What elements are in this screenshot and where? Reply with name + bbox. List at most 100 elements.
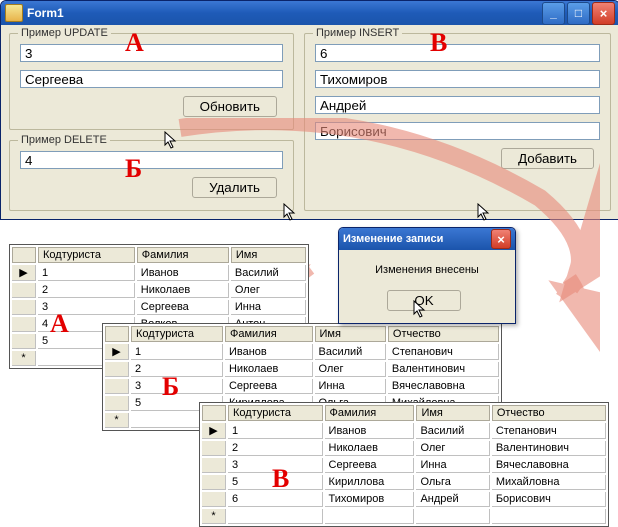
- letter-a-top: А: [125, 28, 144, 58]
- cell[interactable]: Олег: [231, 283, 306, 298]
- insert-group: Пример INSERT Добавить: [304, 33, 611, 211]
- cell[interactable]: Николаев: [137, 283, 229, 298]
- row-header: [202, 492, 226, 507]
- cell[interactable]: 1: [228, 423, 323, 439]
- minimize-button[interactable]: _: [542, 2, 565, 25]
- dialog-close-button[interactable]: ×: [491, 229, 511, 249]
- cell[interactable]: Андрей: [416, 492, 489, 507]
- cell[interactable]: 2: [228, 441, 323, 456]
- new-row-marker: *: [202, 509, 226, 524]
- update-surname-input[interactable]: [20, 70, 283, 88]
- cell[interactable]: Степанович: [492, 423, 606, 439]
- cell[interactable]: Иванов: [325, 423, 415, 439]
- cell[interactable]: Инна: [315, 379, 386, 394]
- col-surname: Фамилия: [325, 405, 415, 421]
- table-row[interactable]: ▶1ИвановВасилийСтепанович: [105, 344, 499, 360]
- row-header: [105, 379, 129, 394]
- table-row[interactable]: 2НиколаевОлег: [12, 283, 306, 298]
- letter-v-top: В: [430, 28, 447, 58]
- insert-surname-input[interactable]: [315, 70, 600, 88]
- cell[interactable]: Василий: [315, 344, 386, 360]
- table-row[interactable]: 3СергееваИннаВячеславовна: [202, 458, 606, 473]
- insert-id-input[interactable]: [315, 44, 600, 62]
- cell[interactable]: Вячеславовна: [492, 458, 606, 473]
- update-legend: Пример UPDATE: [18, 27, 111, 39]
- row-header: ▶: [105, 344, 129, 360]
- row-header: [12, 317, 36, 332]
- cell[interactable]: Инна: [231, 300, 306, 315]
- dialog-ok-button[interactable]: OK: [387, 290, 460, 311]
- cell[interactable]: Кириллова: [325, 475, 415, 490]
- table-row[interactable]: ▶1ИвановВасилийСтепанович: [202, 423, 606, 439]
- delete-id-input[interactable]: [20, 151, 283, 169]
- row-header: [12, 334, 36, 349]
- cell[interactable]: Тихомиров: [325, 492, 415, 507]
- cell[interactable]: Николаев: [325, 441, 415, 456]
- insert-button[interactable]: Добавить: [501, 148, 594, 169]
- titlebar[interactable]: Form1 _ □ ×: [1, 1, 618, 25]
- cell[interactable]: [492, 509, 606, 524]
- letter-v-grid: В: [272, 464, 289, 494]
- new-row[interactable]: *: [202, 509, 606, 524]
- close-button[interactable]: ×: [592, 2, 615, 25]
- grid-v[interactable]: КодтуристаФамилияИмяОтчество ▶1ИвановВас…: [199, 402, 609, 527]
- app-icon: [5, 4, 23, 22]
- cell[interactable]: Борисович: [492, 492, 606, 507]
- cell[interactable]: Сергеева: [137, 300, 229, 315]
- col-name: Имя: [231, 247, 306, 263]
- col-surname: Фамилия: [225, 326, 313, 342]
- table-row[interactable]: ▶1ИвановВасилий: [12, 265, 306, 281]
- col-name: Имя: [416, 405, 489, 421]
- delete-button[interactable]: Удалить: [192, 177, 277, 198]
- cell[interactable]: Степанович: [388, 344, 499, 360]
- cell[interactable]: Сергеева: [225, 379, 313, 394]
- cell[interactable]: 1: [131, 344, 223, 360]
- col-patronymic: Отчество: [492, 405, 606, 421]
- message-dialog: Изменение записи × Изменения внесены OK: [338, 227, 516, 324]
- update-id-input[interactable]: [20, 44, 283, 62]
- cell[interactable]: [325, 509, 415, 524]
- cell[interactable]: Сергеева: [325, 458, 415, 473]
- cell[interactable]: 1: [38, 265, 135, 281]
- cell[interactable]: Василий: [416, 423, 489, 439]
- new-row-marker: *: [105, 413, 129, 428]
- cell[interactable]: Иванов: [225, 344, 313, 360]
- col-id: Кодтуриста: [228, 405, 323, 421]
- dialog-title: Изменение записи: [343, 233, 489, 245]
- update-button[interactable]: Обновить: [183, 96, 277, 117]
- dialog-message: Изменения внесены: [351, 264, 503, 276]
- cell[interactable]: [416, 509, 489, 524]
- cell[interactable]: 2: [38, 283, 135, 298]
- cell[interactable]: Вячеславовна: [388, 379, 499, 394]
- cell[interactable]: Василий: [231, 265, 306, 281]
- insert-patronymic-input[interactable]: [315, 122, 600, 140]
- row-header: [202, 475, 226, 490]
- delete-group: Пример DELETE Удалить: [9, 140, 294, 211]
- cell[interactable]: Михайловна: [492, 475, 606, 490]
- col-surname: Фамилия: [137, 247, 229, 263]
- cell[interactable]: Олег: [315, 362, 386, 377]
- dialog-titlebar[interactable]: Изменение записи ×: [339, 228, 515, 250]
- new-row-marker: *: [12, 351, 36, 366]
- cell[interactable]: Ольга: [416, 475, 489, 490]
- cell[interactable]: Инна: [416, 458, 489, 473]
- maximize-button[interactable]: □: [567, 2, 590, 25]
- table-row[interactable]: 6ТихомировАндрейБорисович: [202, 492, 606, 507]
- col-patronymic: Отчество: [388, 326, 499, 342]
- letter-a-grid: А: [50, 309, 69, 339]
- letter-b-top: Б: [125, 154, 142, 184]
- table-row[interactable]: 2НиколаевОлегВалентинович: [202, 441, 606, 456]
- main-window: Form1 _ □ × Пример UPDATE Обновить Приме…: [0, 0, 618, 220]
- row-header: [12, 283, 36, 298]
- cell[interactable]: [228, 509, 323, 524]
- row-header: [105, 396, 129, 411]
- insert-name-input[interactable]: [315, 96, 600, 114]
- cell[interactable]: 6: [228, 492, 323, 507]
- cell[interactable]: Валентинович: [492, 441, 606, 456]
- row-header: [12, 300, 36, 315]
- cell[interactable]: Олег: [416, 441, 489, 456]
- cell[interactable]: Иванов: [137, 265, 229, 281]
- cell[interactable]: Николаев: [225, 362, 313, 377]
- cell[interactable]: Валентинович: [388, 362, 499, 377]
- table-row[interactable]: 5КирилловаОльгаМихайловна: [202, 475, 606, 490]
